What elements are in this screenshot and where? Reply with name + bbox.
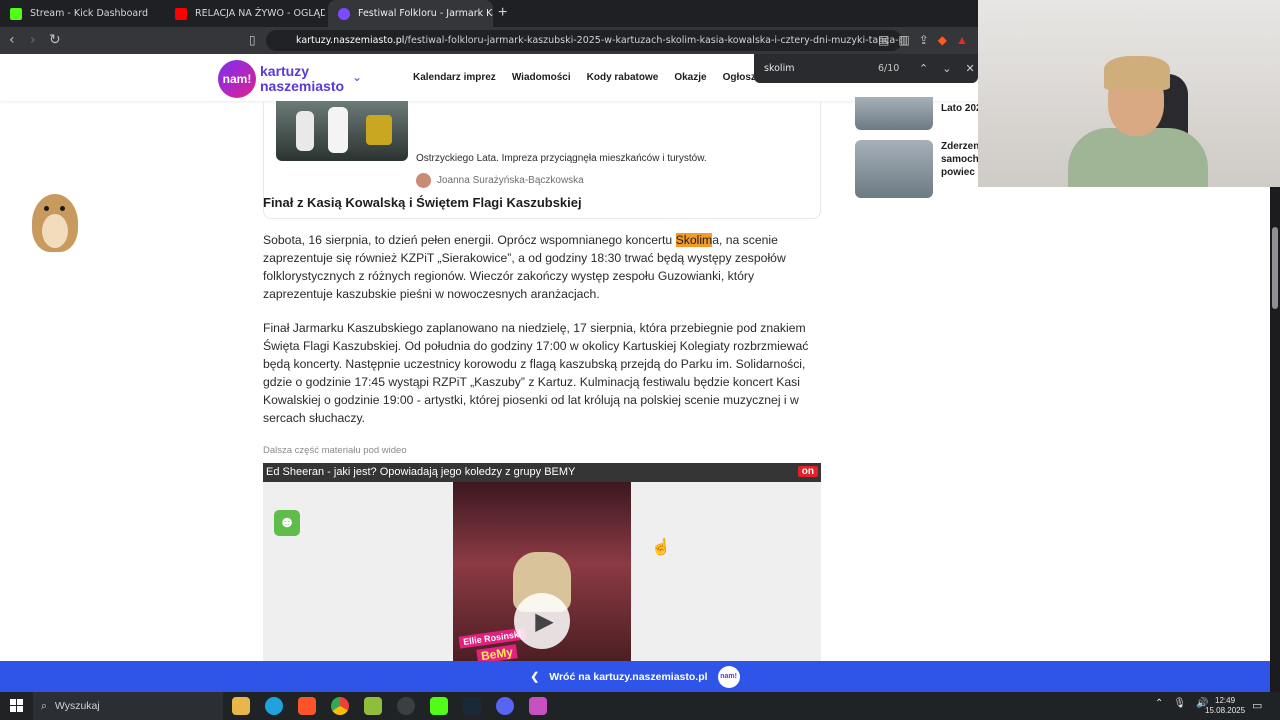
taskbar-apps xyxy=(232,697,547,715)
url-field[interactable]: kartuzy.naszemiasto.pl/festiwal-folkloru… xyxy=(266,30,902,51)
new-tab-icon[interactable]: + xyxy=(498,4,507,22)
notification-icon[interactable]: ▭ xyxy=(1252,699,1262,712)
card-text: Ostrzyckiego Lata. Impreza przyciągnęła … xyxy=(416,153,707,164)
video-title: Ed Sheeran - jaki jest? Opowiadają jego … xyxy=(263,463,821,482)
kick-icon xyxy=(10,7,22,20)
main-nav: Kalendarz imprez Wiadomości Kody rabatow… xyxy=(413,72,776,83)
chevron-down-icon[interactable]: ⌄ xyxy=(942,62,951,75)
find-input[interactable]: skolim xyxy=(764,63,794,74)
find-count: 6/10 xyxy=(878,63,900,74)
search-icon: ⌕ xyxy=(41,699,47,712)
clock-time: 12:49 xyxy=(1215,696,1236,705)
tab-label: RELACJA NA ŻYWO - OGLĄDAJ xyxy=(195,8,325,19)
article-paragraph-1: Sobota, 16 sierpnia, to dzień pełen ener… xyxy=(263,231,823,303)
find-bar: skolim 6/10 ⌃ ⌄ ✕ xyxy=(754,54,978,83)
sidebar-thumb[interactable] xyxy=(855,140,933,198)
steam-icon[interactable] xyxy=(463,697,481,715)
hamster-sticker xyxy=(24,184,82,252)
tab-festiwal-active[interactable]: Festiwal Folkloru - Jarmark Kaszu ✕ xyxy=(328,0,493,27)
author-name: Joanna Surażyńska-Bączkowska xyxy=(437,175,584,186)
brave-shield-icon[interactable]: ◆ xyxy=(938,33,947,47)
system-tray: ⌃ 🎙 🔊 xyxy=(1155,698,1209,709)
sidebar-article-2[interactable]: Zderzen samoch powiec xyxy=(855,140,985,198)
rewards-icon[interactable]: ▲ xyxy=(956,33,968,47)
tab-label: Stream - Kick Dashboard xyxy=(30,8,148,19)
clock-date: 15.08.2025 xyxy=(1205,706,1246,715)
microphone-icon[interactable]: 🎙 xyxy=(1173,698,1186,709)
on-badge: on xyxy=(797,466,818,477)
tab-label: Festiwal Folkloru - Jarmark Kaszu xyxy=(358,8,493,19)
scrollbar[interactable] xyxy=(1270,187,1280,692)
tab-relacja[interactable]: RELACJA NA ŻYWO - OGLĄDAJ xyxy=(165,0,325,27)
nav-kody[interactable]: Kody rabatowe xyxy=(587,72,659,83)
share-icon[interactable]: ⇪ xyxy=(919,33,929,47)
file-explorer-icon[interactable] xyxy=(232,697,250,715)
search-placeholder: Wyszukaj xyxy=(54,700,100,712)
card-thumbnail[interactable] xyxy=(276,101,408,161)
chrome-icon[interactable] xyxy=(331,697,349,715)
p1-text-before: Sobota, 16 sierpnia, to dzień pełen ener… xyxy=(263,233,676,247)
sidebar-article-1[interactable]: Lato 202 xyxy=(855,97,985,130)
return-label[interactable]: Wróć na kartuzy.naszemiasto.pl xyxy=(549,671,707,683)
chevron-down-icon[interactable]: ⌄ xyxy=(352,70,362,84)
bookmark-icon[interactable]: ▯ xyxy=(249,33,256,47)
taskbar-search[interactable]: ⌕ Wyszukaj xyxy=(33,692,223,720)
video-player[interactable]: Ed Sheeran - jaki jest? Opowiadają jego … xyxy=(263,463,821,661)
chevron-up-icon[interactable]: ⌃ xyxy=(1155,698,1163,709)
avatar xyxy=(416,173,431,188)
nav-okazje[interactable]: Okazje xyxy=(674,72,706,83)
kick-icon[interactable] xyxy=(430,697,448,715)
sidebar-thumb[interactable] xyxy=(855,97,933,130)
edge-icon[interactable] xyxy=(265,697,283,715)
back-icon[interactable]: ‹ xyxy=(9,32,15,48)
reader-icon[interactable]: ▤ xyxy=(878,33,889,47)
site-logo-badge[interactable]: nam! xyxy=(218,60,256,98)
app-icon[interactable] xyxy=(364,697,382,715)
taskbar: ⌕ Wyszukaj ⌃ 🎙 🔊 12:49 15.08.2025 ▭ xyxy=(0,692,1280,720)
hand-cursor-icon: ☝ xyxy=(651,539,671,556)
video-note: Dalsza część materiału pod wideo xyxy=(263,445,407,456)
logo-line-2: naszemiasto xyxy=(260,78,345,94)
tab-kick-dashboard[interactable]: Stream - Kick Dashboard xyxy=(0,0,165,27)
video-tag-group: BeMy xyxy=(476,644,518,661)
nav-wiadomosci[interactable]: Wiadomości xyxy=(512,72,571,83)
return-banner[interactable]: ❮ Wróć na kartuzy.naszemiasto.pl nam! xyxy=(0,661,1270,692)
document-icon[interactable]: ▥ xyxy=(898,33,909,47)
youtube-icon xyxy=(175,7,187,20)
play-icon[interactable]: ▶ xyxy=(514,593,570,649)
card-author: Joanna Surażyńska-Bączkowska xyxy=(416,173,584,188)
discord-icon[interactable] xyxy=(496,697,514,715)
close-icon[interactable]: ✕ xyxy=(965,62,974,75)
nav-kalendarz[interactable]: Kalendarz imprez xyxy=(413,72,496,83)
chevron-up-icon[interactable]: ⌃ xyxy=(919,62,928,75)
naszemiasto-icon xyxy=(338,7,350,20)
reload-icon[interactable]: ↻ xyxy=(49,32,61,48)
nami-badge: nam! xyxy=(717,665,740,688)
article-paragraph-2: Finał Jarmarku Kaszubskiego zaplanowano … xyxy=(263,321,809,425)
scrollbar-thumb[interactable] xyxy=(1272,227,1278,309)
url-domain: kartuzy.naszemiasto.pl xyxy=(296,35,405,46)
smiley-icon[interactable]: ☻ xyxy=(274,510,300,536)
site-logo-text[interactable]: kartuzy naszemiasto xyxy=(260,64,344,94)
obs-icon[interactable] xyxy=(397,697,415,715)
section-heading: Finał z Kasią Kowalską i Świętem Flagi K… xyxy=(263,195,582,210)
forward-icon[interactable]: › xyxy=(30,32,36,48)
clock[interactable]: 12:49 15.08.2025 xyxy=(1205,696,1245,716)
toolbar-icons: ▤ ▥ ⇪ ◆ ▲ xyxy=(878,33,968,47)
chevron-left-icon[interactable]: ❮ xyxy=(530,671,539,683)
webcam-overlay xyxy=(978,0,1280,187)
app-icon[interactable] xyxy=(529,697,547,715)
url-path: /festiwal-folkloru-jarmark-kaszubski-202… xyxy=(404,35,902,46)
brave-icon[interactable] xyxy=(298,697,316,715)
windows-start-icon[interactable] xyxy=(10,699,23,712)
search-highlight: Skolim xyxy=(675,233,713,247)
logo-line-1: kartuzy xyxy=(260,63,310,79)
